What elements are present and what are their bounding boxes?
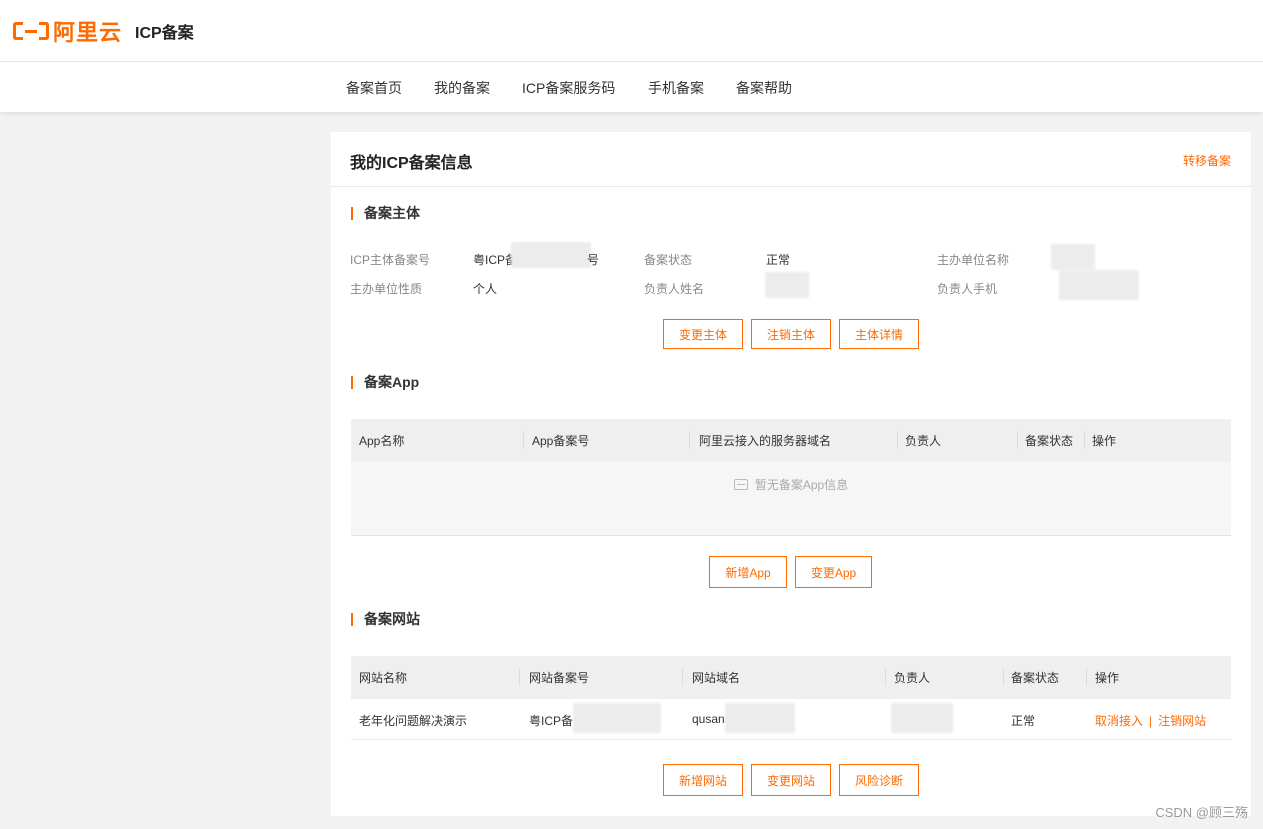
redacted-mask	[1051, 244, 1095, 270]
risk-diagnosis-button[interactable]: 风险诊断	[839, 764, 919, 796]
empty-state: 暂无备案App信息	[351, 476, 1231, 493]
cancel-website-link[interactable]: 注销网站	[1158, 714, 1206, 728]
site-col-name: 网站名称	[359, 671, 408, 685]
empty-state-text: 暂无备案App信息	[754, 478, 849, 492]
transfer-record-link[interactable]: 转移备案	[1183, 152, 1231, 169]
cancel-access-link[interactable]: 取消接入	[1095, 714, 1143, 728]
redacted-mask	[765, 272, 809, 298]
site-status: 正常	[1011, 714, 1036, 728]
nav-item-my-records[interactable]: 我的备案	[434, 78, 490, 98]
label-record-status: 备案状态	[644, 253, 693, 267]
logo-text: 阿里云	[53, 20, 123, 45]
website-table: 网站名称 网站备案号 网站域名 负责人 备案状态 操作 老年化问题解决演示 粤I…	[351, 656, 1231, 740]
nav-item-help[interactable]: 备案帮助	[736, 78, 792, 98]
site-record-no: 粤ICP备	[529, 714, 574, 728]
label-sponsor-name: 主办单位名称	[937, 253, 1010, 267]
add-app-button[interactable]: 新增App	[709, 556, 787, 588]
card-header: 我的ICP备案信息 转移备案	[331, 132, 1251, 187]
site-col-owner: 负责人	[894, 671, 931, 685]
column-divider	[1084, 431, 1085, 449]
main-nav: 备案首页 我的备案 ICP备案服务码 手机备案 备案帮助	[0, 62, 1263, 112]
change-website-button[interactable]: 变更网站	[751, 764, 831, 796]
app-table: App名称 App备案号 阿里云接入的服务器域名 负责人 备案状态 操作 暂无备…	[351, 419, 1231, 536]
empty-tray-icon	[733, 479, 748, 490]
subject-details-button[interactable]: 主体详情	[839, 319, 919, 349]
action-separator: |	[1149, 714, 1153, 728]
aliyun-logo[interactable]: 阿里云	[13, 15, 122, 47]
value-icp-subject-no-suffix: 号	[587, 253, 600, 267]
website-table-header: 网站名称 网站备案号 网站域名 负责人 备案状态 操作	[351, 656, 1231, 699]
column-divider	[1003, 668, 1004, 686]
change-app-button[interactable]: 变更App	[795, 556, 872, 588]
app-table-empty: 暂无备案App信息	[351, 462, 1231, 536]
app-col-actions: 操作	[1092, 434, 1117, 448]
site-col-domain: 网站域名	[692, 671, 741, 685]
site-col-status: 备案状态	[1011, 671, 1060, 685]
app-col-status: 备案状态	[1025, 434, 1074, 448]
redacted-mask	[1059, 270, 1139, 300]
column-divider	[897, 431, 898, 449]
table-row: 老年化问题解决演示 粤ICP备 qusan 正常 取消接入 | 注销网站	[351, 699, 1231, 740]
add-website-button[interactable]: 新增网站	[663, 764, 743, 796]
section-title-app: 备案App	[351, 375, 419, 389]
column-divider	[689, 431, 690, 449]
label-icp-subject-no: ICP主体备案号	[350, 253, 431, 267]
nav-item-mobile[interactable]: 手机备案	[648, 78, 704, 98]
nav-item-home[interactable]: 备案首页	[346, 78, 402, 98]
section-title-website: 备案网站	[351, 612, 420, 626]
column-divider	[519, 668, 520, 686]
site-domain: qusan	[692, 712, 725, 726]
site-col-actions: 操作	[1095, 671, 1120, 685]
app-table-header: App名称 App备案号 阿里云接入的服务器域名 负责人 备案状态 操作	[351, 419, 1231, 462]
top-bar: 阿里云 ICP备案	[0, 0, 1263, 62]
app-col-record-no: App备案号	[532, 434, 590, 448]
app-col-name: App名称	[359, 434, 405, 448]
cancel-subject-button[interactable]: 注销主体	[751, 319, 831, 349]
site-actions: 取消接入 | 注销网站	[1095, 712, 1206, 729]
aliyun-logo-icon	[13, 20, 49, 42]
label-owner-phone: 负责人手机	[937, 282, 998, 296]
icp-info-card: 我的ICP备案信息 转移备案 备案主体 ICP主体备案号 粤ICP备 号 备案状…	[331, 132, 1251, 816]
column-divider	[885, 668, 886, 686]
redacted-mask	[725, 703, 795, 733]
section-title-subject: 备案主体	[351, 206, 420, 220]
label-owner-name: 负责人姓名	[644, 282, 705, 296]
value-sponsor-type: 个人	[473, 282, 498, 296]
value-record-status: 正常	[766, 253, 791, 267]
redacted-mask	[891, 703, 953, 733]
site-name: 老年化问题解决演示	[359, 714, 468, 728]
app-title: ICP备案	[135, 25, 194, 42]
app-col-server-domain: 阿里云接入的服务器域名	[699, 434, 832, 448]
page-title: 我的ICP备案信息	[350, 155, 473, 172]
label-sponsor-type: 主办单位性质	[350, 282, 423, 296]
column-divider	[1086, 668, 1087, 686]
column-divider	[682, 668, 683, 686]
redacted-mask	[573, 703, 661, 733]
column-divider	[1017, 431, 1018, 449]
app-col-owner: 负责人	[905, 434, 942, 448]
redacted-mask	[511, 242, 591, 268]
change-subject-button[interactable]: 变更主体	[663, 319, 743, 349]
site-col-record-no: 网站备案号	[529, 671, 590, 685]
nav-item-service-code[interactable]: ICP备案服务码	[522, 78, 615, 98]
watermark: CSDN @顾三殇	[1155, 805, 1248, 820]
column-divider	[523, 431, 524, 449]
